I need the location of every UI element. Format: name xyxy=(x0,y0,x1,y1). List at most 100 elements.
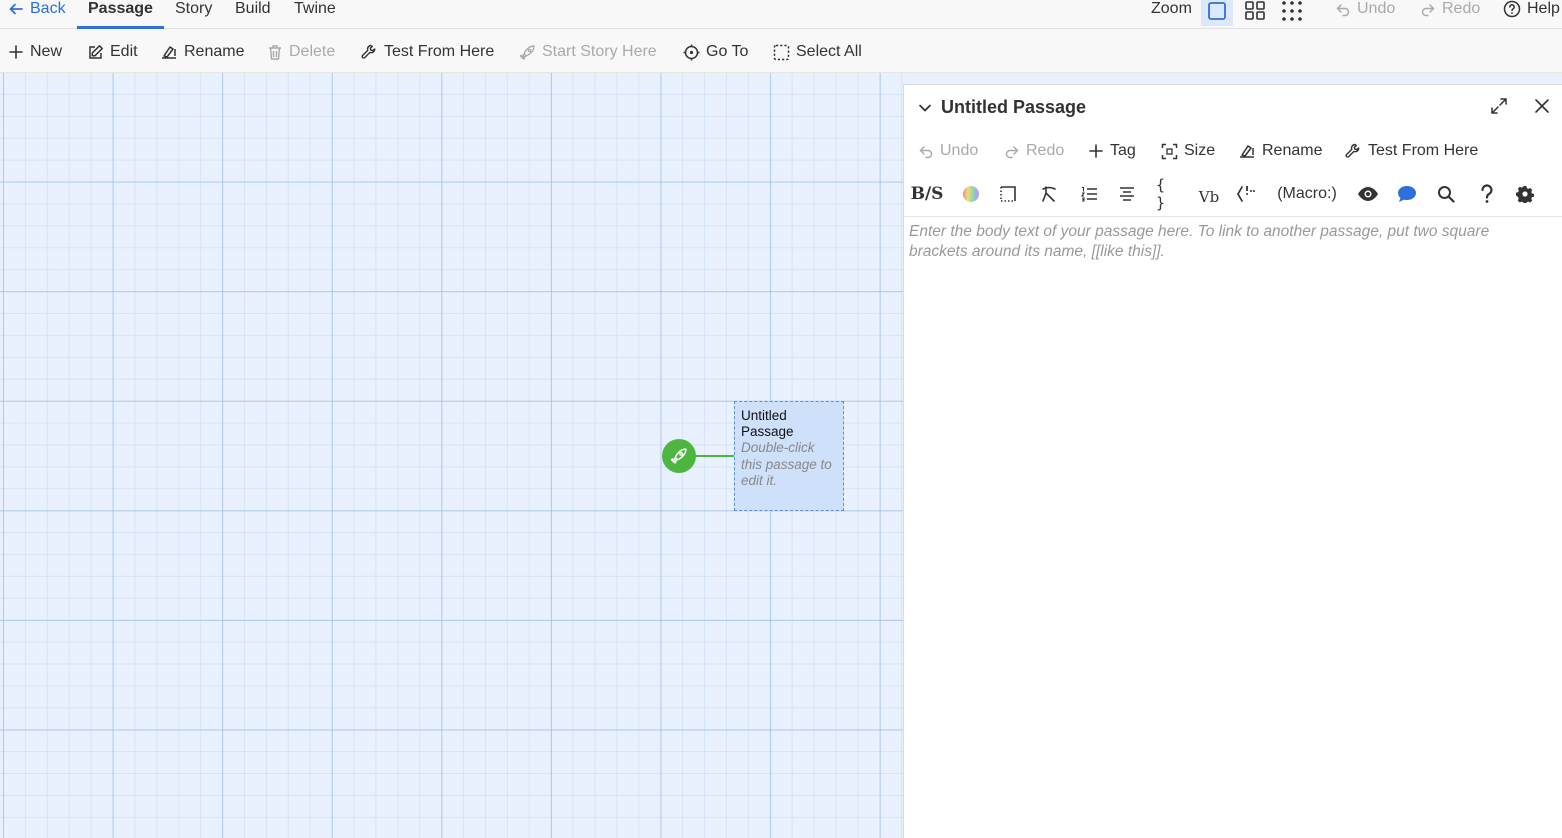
edit-button[interactable]: Edit xyxy=(87,42,138,62)
transition-icon xyxy=(1042,186,1056,202)
delete-label: Delete xyxy=(289,43,336,60)
gear-icon xyxy=(1516,186,1534,203)
passage-card-excerpt: Double-click this passage to edit it. xyxy=(741,440,832,488)
rename-label: Rename xyxy=(184,43,245,60)
help-circle-icon xyxy=(1503,0,1521,18)
grid-four-icon xyxy=(1245,1,1265,20)
speech-bubble-icon xyxy=(1398,186,1416,202)
size-button[interactable]: Size xyxy=(1161,141,1215,161)
zoom-30-button[interactable] xyxy=(1276,0,1308,26)
tool-icon xyxy=(361,44,376,59)
question-mark-icon xyxy=(1481,184,1493,203)
eye-icon xyxy=(1358,187,1378,201)
redo-label: Redo xyxy=(1442,0,1481,17)
numbered-list-icon xyxy=(1080,186,1097,202)
back-button[interactable]: Back xyxy=(8,0,66,29)
redo-icon xyxy=(1421,4,1435,17)
test-from-here-button[interactable]: Test From Here xyxy=(360,42,494,62)
rename-icon xyxy=(162,46,176,59)
add-tag-label: Tag xyxy=(1110,142,1136,159)
dialog-rename-button[interactable]: Rename xyxy=(1238,141,1322,161)
rainbow-circle-icon xyxy=(963,186,979,202)
tab-passage[interactable]: Passage xyxy=(88,0,153,29)
dialog-redo-button[interactable]: Redo xyxy=(1004,141,1064,161)
size-label: Size xyxy=(1184,142,1216,159)
close-icon[interactable] xyxy=(1534,98,1550,114)
macro-button[interactable]: (Macro:) xyxy=(1276,183,1338,205)
dialog-undo-button[interactable]: Undo xyxy=(918,141,978,161)
passage-body-textarea[interactable]: Enter the body text of your passage here… xyxy=(909,222,1549,261)
preview-button[interactable] xyxy=(1356,183,1380,205)
dialog-test-from-here-button[interactable]: Test From Here xyxy=(1344,141,1478,161)
test-from-here-label: Test From Here xyxy=(384,43,495,60)
dialog-undo-label: Undo xyxy=(940,142,979,159)
border-button[interactable] xyxy=(997,183,1019,205)
zoom-60-button[interactable] xyxy=(1239,0,1271,26)
start-story-here-label: Start Story Here xyxy=(542,43,657,60)
new-label: New xyxy=(30,43,63,60)
new-passage-button[interactable]: New xyxy=(8,42,62,62)
passage-card-title: Untitled Passage xyxy=(741,408,794,439)
passage-toolbar: New Edit Rename Delete Test From Here St… xyxy=(0,29,1562,73)
tab-build[interactable]: Build xyxy=(235,0,271,29)
start-story-here-button[interactable]: Start Story Here xyxy=(519,42,657,62)
tab-passage-label: Passage xyxy=(88,0,153,17)
help-button[interactable] xyxy=(1475,183,1499,205)
border-icon xyxy=(1000,186,1016,202)
variable-button[interactable]: Vb xyxy=(1197,186,1221,208)
tab-story[interactable]: Story xyxy=(175,0,212,29)
rocket-icon xyxy=(519,44,535,60)
size-icon xyxy=(1161,143,1178,159)
zoom-label-text: Zoom xyxy=(1151,0,1192,17)
add-tag-button[interactable]: Tag xyxy=(1088,141,1136,161)
transition-button[interactable] xyxy=(1038,183,1060,205)
chevron-down-icon[interactable] xyxy=(918,101,932,115)
rename-icon xyxy=(1240,145,1254,158)
rename-button[interactable]: Rename xyxy=(160,42,244,62)
comment-button[interactable] xyxy=(1395,183,1419,205)
tab-twine[interactable]: Twine xyxy=(294,0,336,29)
delete-button[interactable]: Delete xyxy=(267,42,335,62)
hook-button[interactable] xyxy=(1235,183,1259,205)
maximize-icon[interactable] xyxy=(1490,97,1508,115)
redo-button[interactable]: Redo xyxy=(1420,0,1480,29)
undo-button[interactable]: Undo xyxy=(1335,0,1395,29)
variable-icon: Vb xyxy=(1198,188,1220,206)
search-icon xyxy=(1438,186,1455,203)
settings-button[interactable] xyxy=(1513,183,1537,205)
select-all-icon xyxy=(773,44,790,60)
braces-icon: { } xyxy=(1156,176,1166,212)
macro-label: (Macro:) xyxy=(1277,185,1337,202)
align-button[interactable] xyxy=(1116,183,1138,205)
story-map-canvas[interactable]: Untitled Passage Double-click this passa… xyxy=(0,73,903,838)
dialog-redo-label: Redo xyxy=(1026,142,1065,159)
dialog-title: Untitled Passage xyxy=(941,97,1087,117)
list-button[interactable] xyxy=(1078,183,1100,205)
go-to-button[interactable]: Go To xyxy=(683,42,748,62)
help-button[interactable]: Help xyxy=(1503,0,1560,29)
dialog-header: Untitled Passage xyxy=(904,85,1562,129)
bold-strike-button[interactable]: B/S xyxy=(911,183,944,205)
tab-twine-label: Twine xyxy=(294,0,336,17)
tool-icon xyxy=(1345,143,1360,158)
passage-edit-dialog: Untitled Passage Undo Redo Tag Size Rena… xyxy=(903,84,1562,838)
help-label: Help xyxy=(1527,0,1560,17)
plus-icon xyxy=(1089,144,1103,158)
start-connector xyxy=(694,455,736,457)
dialog-rename-label: Rename xyxy=(1262,142,1323,159)
trash-icon xyxy=(269,44,281,60)
harlowe-toolbar: B/S { } Vb (Macro:) xyxy=(904,173,1562,217)
select-all-label: Select All xyxy=(796,43,862,60)
select-all-button[interactable]: Select All xyxy=(773,42,862,62)
code-braces-button[interactable]: { } xyxy=(1156,176,1180,212)
back-label: Back xyxy=(30,0,66,17)
go-to-label: Go To xyxy=(706,43,749,60)
passage-card[interactable]: Untitled Passage Double-click this passa… xyxy=(734,401,844,511)
canvas-strip xyxy=(903,73,1562,84)
align-center-icon xyxy=(1120,187,1134,201)
undo-icon xyxy=(919,146,933,159)
zoom-100-button[interactable] xyxy=(1201,0,1233,26)
find-button[interactable] xyxy=(1434,183,1458,205)
arrow-left-icon xyxy=(9,3,23,15)
colour-button[interactable] xyxy=(960,183,982,205)
